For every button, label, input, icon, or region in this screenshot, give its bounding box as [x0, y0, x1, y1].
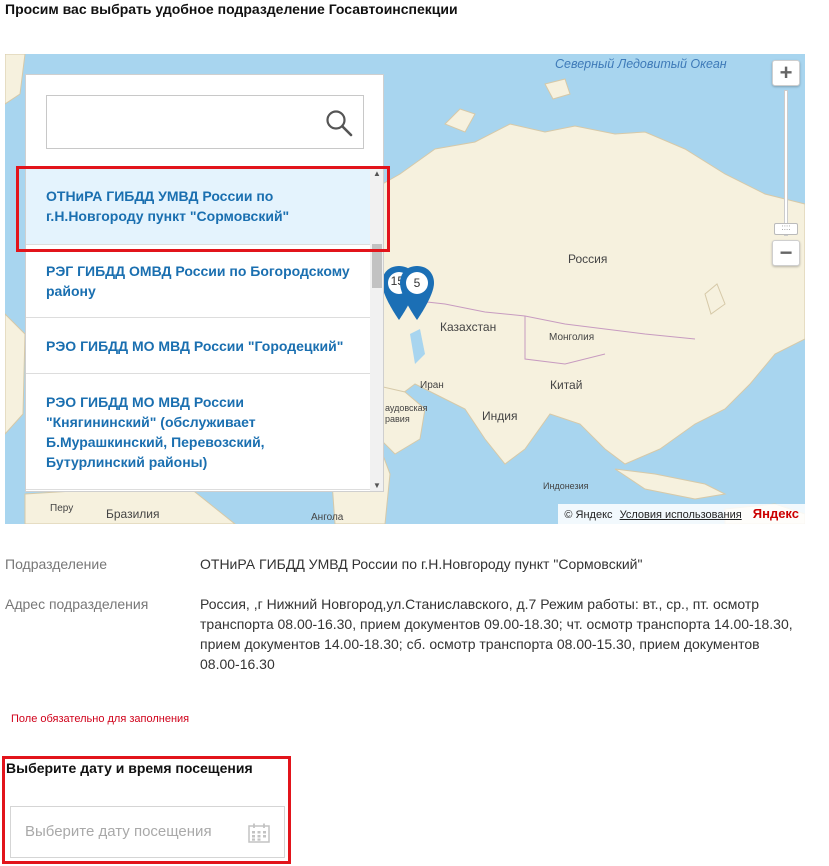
page-heading: Просим вас выбрать удобное подразделение… [5, 1, 458, 17]
list-item-label: РЭО ГИБДД МО МВД России "Городецкий" [46, 337, 344, 354]
search-icon[interactable] [325, 109, 353, 137]
date-picker-input[interactable]: Выберите дату посещения [10, 806, 285, 858]
division-list-panel: ОТНиРА ГИБДД УМВД России по г.Н.Новгород… [25, 74, 384, 492]
map-label-angola: Ангола [311, 512, 344, 523]
list-item[interactable]: РЭО ГИБДД МО МВД России "Княгининский" (… [26, 374, 370, 490]
map-label-kazakhstan: Казахстан [440, 320, 497, 334]
map-zoom-control: + :::: − [772, 60, 800, 266]
date-section-title: Выберите дату и время посещения [6, 760, 253, 776]
division-value: ОТНиРА ГИБДД УМВД России по г.Н.Новгород… [200, 556, 643, 572]
map-pin-icon [400, 266, 434, 320]
selected-item-highlight [16, 166, 390, 252]
copyright-text: © Яндекс [564, 509, 613, 521]
list-item[interactable]: РЭГ ГИБДД ОМВД России по Богородскому ра… [26, 245, 370, 318]
address-value: Россия, ,г Нижний Новгород,ул.Станиславс… [200, 596, 793, 672]
address-label: Адрес подразделения [5, 596, 149, 612]
scroll-down-icon[interactable]: ▼ [370, 480, 383, 491]
date-placeholder: Выберите дату посещения [25, 823, 212, 840]
zoom-track[interactable] [784, 90, 788, 236]
required-field-note: Поле обязательно для заполнения [11, 713, 190, 725]
map-label-mongolia: Монголия [549, 332, 595, 343]
map-label-iran: Иран [420, 380, 444, 391]
map-label-indonesia: Индонезия [543, 481, 589, 491]
map-label-peru: Перу [50, 503, 74, 514]
list-item-label: РЭО ГИБДД МО МВД России "Княгининский" (… [46, 393, 265, 470]
zoom-in-button[interactable]: + [772, 60, 800, 86]
map-label-saudi: аудовская равия [385, 403, 428, 424]
map-label-ocean: Северный Ледовитый Океан [555, 57, 727, 71]
map-copyright: © Яндекс Условия использования Яндекс [558, 504, 805, 524]
list-item-label: РЭГ ГИБДД ОМВД России по Богородскому ра… [46, 263, 350, 299]
map-label-india: Индия [482, 409, 518, 423]
calendar-icon[interactable] [248, 823, 270, 843]
map-label-brazil: Бразилия [106, 507, 160, 521]
zoom-out-button[interactable]: − [772, 240, 800, 266]
map-pin-cluster[interactable]: 5 [400, 266, 434, 327]
map-label-russia: Россия [568, 252, 608, 266]
map-pin-count: 5 [413, 276, 421, 290]
terms-link[interactable]: Условия использования [620, 509, 742, 521]
list-item[interactable]: РЭО ГИБДД МО МВД России "Городецкий" [26, 318, 370, 374]
zoom-slider-handle[interactable]: :::: [774, 223, 798, 235]
map-label-china: Китай [550, 378, 583, 392]
search-input[interactable] [46, 95, 364, 149]
yandex-logo: Яндекс [752, 506, 799, 521]
division-label: Подразделение [5, 556, 108, 572]
